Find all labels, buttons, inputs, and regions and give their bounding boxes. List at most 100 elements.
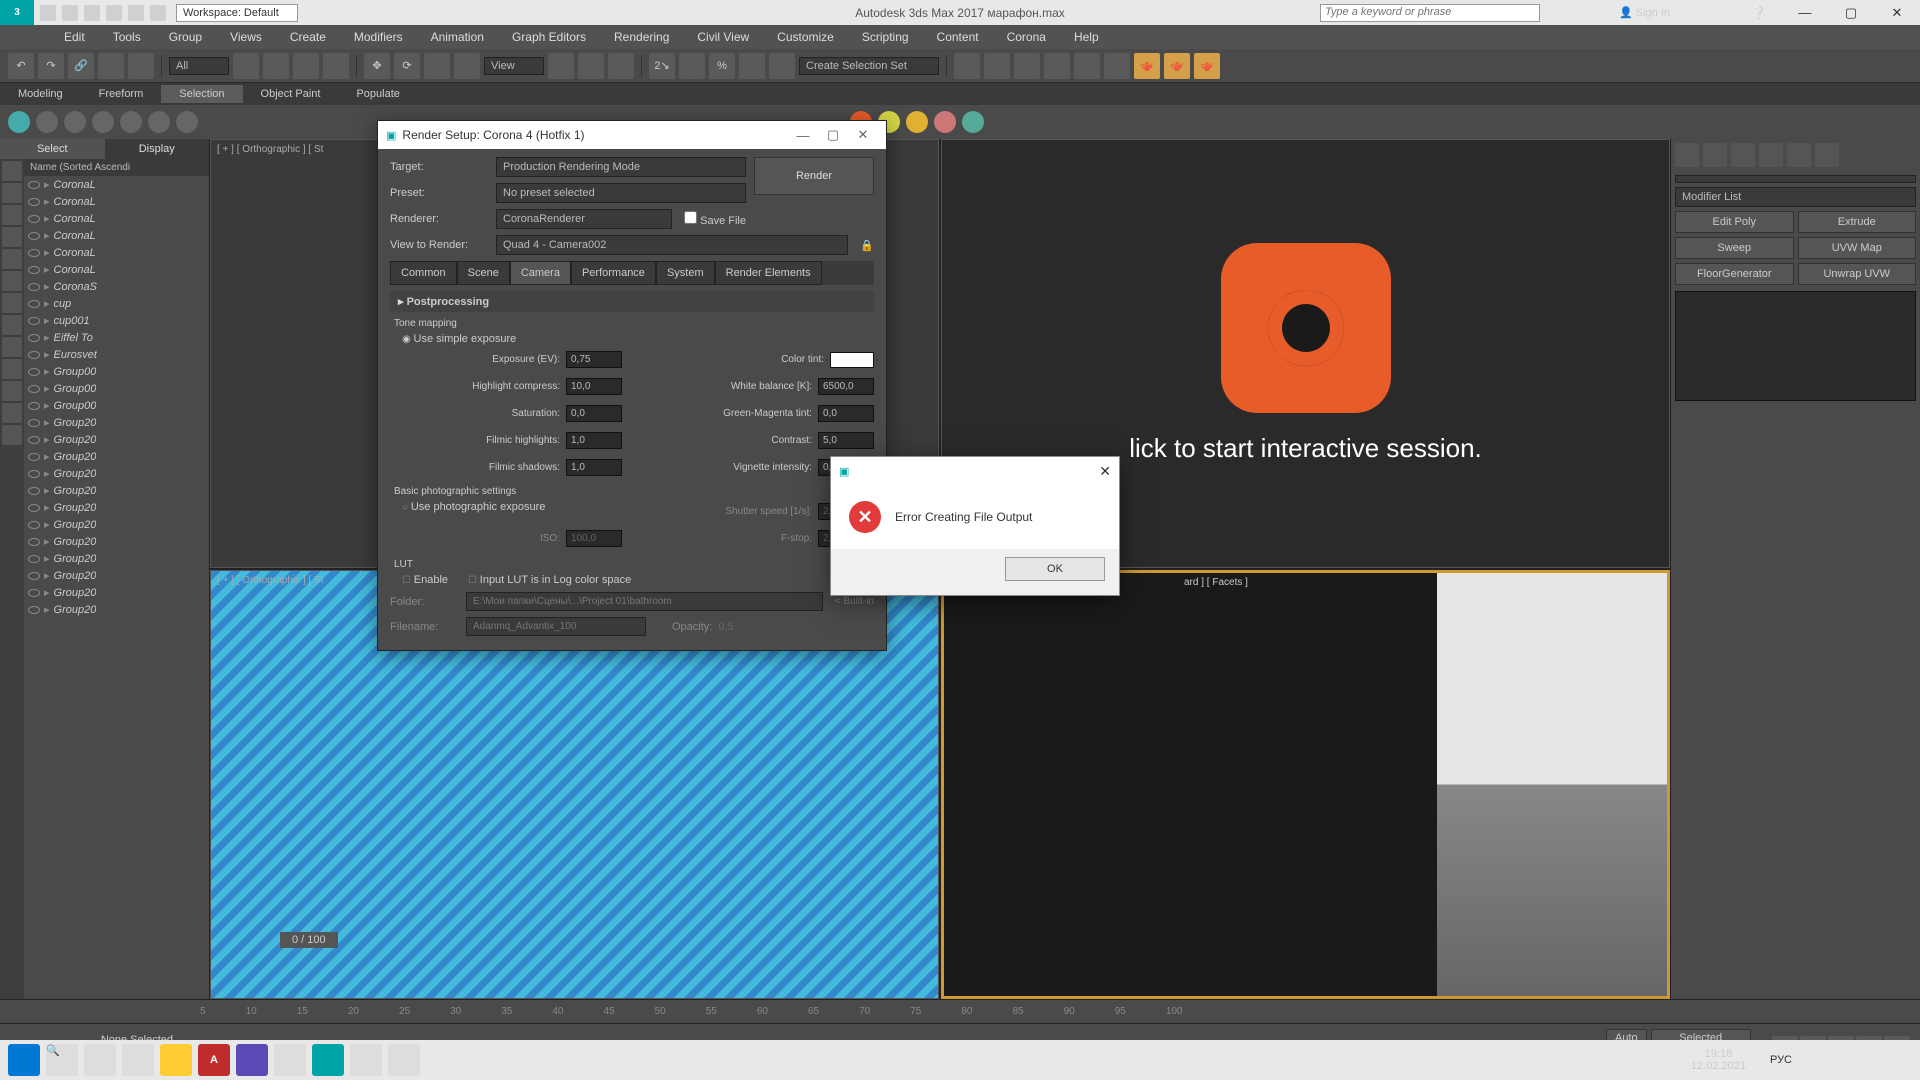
- search-input[interactable]: [1321, 5, 1539, 19]
- visibility-icon[interactable]: [28, 351, 40, 359]
- app-logo[interactable]: 3: [0, 0, 34, 25]
- scene-item[interactable]: ▸Group20: [24, 516, 209, 533]
- curve-editor-icon[interactable]: [1044, 53, 1070, 79]
- light-icon[interactable]: [148, 111, 170, 133]
- visibility-icon[interactable]: [28, 368, 40, 376]
- se-tool-icon[interactable]: [2, 161, 22, 181]
- modifier-button[interactable]: Unwrap UVW: [1798, 263, 1917, 285]
- close-icon[interactable]: ✕: [1874, 0, 1920, 25]
- scene-item[interactable]: ▸Group20: [24, 414, 209, 431]
- minimize-icon[interactable]: —: [788, 128, 818, 143]
- qat-icon[interactable]: [128, 5, 144, 21]
- refcoord-dropdown[interactable]: View: [484, 57, 544, 75]
- maximize-icon[interactable]: ▢: [1828, 0, 1874, 25]
- scene-item[interactable]: ▸CoronaL: [24, 227, 209, 244]
- scene-item[interactable]: ▸Group20: [24, 533, 209, 550]
- windows-taskbar[interactable]: 🔍 A 19:18 12.02.2021 РУС: [0, 1040, 1920, 1080]
- ok-button[interactable]: OK: [1005, 557, 1105, 581]
- ribbon-tab-freeform[interactable]: Freeform: [81, 85, 162, 103]
- scene-item[interactable]: ▸Group20: [24, 584, 209, 601]
- create-tab-icon[interactable]: [1675, 143, 1699, 167]
- rendertab-scene[interactable]: Scene: [457, 261, 510, 285]
- photo-exposure-radio[interactable]: ○ Use photographic exposure: [390, 499, 622, 524]
- menu-group[interactable]: Group: [155, 26, 216, 48]
- render-frame-icon[interactable]: 🫖: [1164, 53, 1190, 79]
- modifier-list-dropdown[interactable]: Modifier List: [1675, 187, 1916, 207]
- renderer-dropdown[interactable]: CoronaRenderer: [496, 209, 672, 229]
- spinner-snap-icon[interactable]: [739, 53, 765, 79]
- 3dsmax-icon[interactable]: [312, 1044, 344, 1076]
- fs-spinner[interactable]: 1,0: [566, 459, 622, 476]
- se-tool-icon[interactable]: [2, 381, 22, 401]
- modifier-button[interactable]: UVW Map: [1798, 237, 1917, 259]
- scene-item[interactable]: ▸cup001: [24, 312, 209, 329]
- scene-item[interactable]: ▸Group20: [24, 448, 209, 465]
- modify-tab-icon[interactable]: [1703, 143, 1727, 167]
- snap-icon[interactable]: 2↘: [649, 53, 675, 79]
- ribbon-tab-modeling[interactable]: Modeling: [0, 85, 81, 103]
- visibility-icon[interactable]: [28, 402, 40, 410]
- selection-set-dropdown[interactable]: Create Selection Set: [799, 57, 939, 75]
- chrome-icon[interactable]: [274, 1044, 306, 1076]
- dialog-titlebar[interactable]: ▣ Render Setup: Corona 4 (Hotfix 1) — ▢ …: [378, 121, 886, 149]
- rendertab-performance[interactable]: Performance: [571, 261, 656, 285]
- lut-log-checkbox[interactable]: ☐ Input LUT is in Log color space: [468, 574, 631, 586]
- motion-tab-icon[interactable]: [1759, 143, 1783, 167]
- search-icon[interactable]: 🔍: [46, 1044, 78, 1076]
- visibility-icon[interactable]: [28, 419, 40, 427]
- material-editor-icon[interactable]: [1104, 53, 1130, 79]
- se-tool-icon[interactable]: [2, 249, 22, 269]
- keymode-icon[interactable]: [608, 53, 634, 79]
- select-icon[interactable]: [233, 53, 259, 79]
- se-tool-icon[interactable]: [2, 183, 22, 203]
- wb-spinner[interactable]: 6500,0: [818, 378, 874, 395]
- visibility-icon[interactable]: [28, 436, 40, 444]
- system-clock[interactable]: 19:18 12.02.2021: [1691, 1048, 1764, 1072]
- se-tool-icon[interactable]: [2, 403, 22, 423]
- snip-icon[interactable]: [122, 1044, 154, 1076]
- ribbon-tab-selection[interactable]: Selection: [161, 85, 242, 103]
- visibility-icon[interactable]: [28, 385, 40, 393]
- undo-icon[interactable]: ↶: [8, 53, 34, 79]
- light-icon[interactable]: [92, 111, 114, 133]
- qat-icon[interactable]: [150, 5, 166, 21]
- visibility-icon[interactable]: [28, 538, 40, 546]
- mirror-icon[interactable]: [954, 53, 980, 79]
- light-icon[interactable]: [120, 111, 142, 133]
- visibility-icon[interactable]: [28, 334, 40, 342]
- exposure-spinner[interactable]: 0,75: [566, 351, 622, 368]
- view-dropdown[interactable]: Quad 4 - Camera002: [496, 235, 848, 255]
- scale-icon[interactable]: [424, 53, 450, 79]
- manip-icon[interactable]: [578, 53, 604, 79]
- visibility-icon[interactable]: [28, 453, 40, 461]
- visibility-icon[interactable]: [28, 589, 40, 597]
- savefile-checkbox[interactable]: [684, 211, 697, 224]
- se-tool-icon[interactable]: [2, 271, 22, 291]
- render-icon[interactable]: 🫖: [1194, 53, 1220, 79]
- lut-file-dropdown[interactable]: Adanmq_Advantix_100: [466, 617, 646, 636]
- saturation-spinner[interactable]: 0,0: [566, 405, 622, 422]
- scene-item[interactable]: ▸Group20: [24, 550, 209, 567]
- window-cross-icon[interactable]: [323, 53, 349, 79]
- scene-item[interactable]: ▸CoronaL: [24, 244, 209, 261]
- colortint-swatch[interactable]: [830, 352, 874, 368]
- error-titlebar[interactable]: ▣ ✕: [831, 457, 1119, 485]
- visibility-icon[interactable]: [28, 572, 40, 580]
- visibility-icon[interactable]: [28, 215, 40, 223]
- modifier-button[interactable]: FloorGenerator: [1675, 263, 1794, 285]
- signin-button[interactable]: 👤 Sign In: [1619, 6, 1670, 19]
- object-name-field[interactable]: [1675, 175, 1916, 183]
- lut-enable-checkbox[interactable]: ☐ Enable: [402, 574, 448, 586]
- unlink-icon[interactable]: [98, 53, 124, 79]
- scene-item[interactable]: ▸CoronaL: [24, 261, 209, 278]
- placement-icon[interactable]: [454, 53, 480, 79]
- tab-select[interactable]: Select: [0, 139, 105, 159]
- close-icon[interactable]: ✕: [1099, 463, 1111, 480]
- menu-corona[interactable]: Corona: [993, 26, 1060, 48]
- move-icon[interactable]: ✥: [364, 53, 390, 79]
- help-icon[interactable]: ❔: [1736, 0, 1782, 25]
- scene-item[interactable]: ▸Group20: [24, 465, 209, 482]
- highlight-spinner[interactable]: 10,0: [566, 378, 622, 395]
- selection-filter-dropdown[interactable]: All: [169, 57, 229, 75]
- search-box[interactable]: [1320, 4, 1540, 22]
